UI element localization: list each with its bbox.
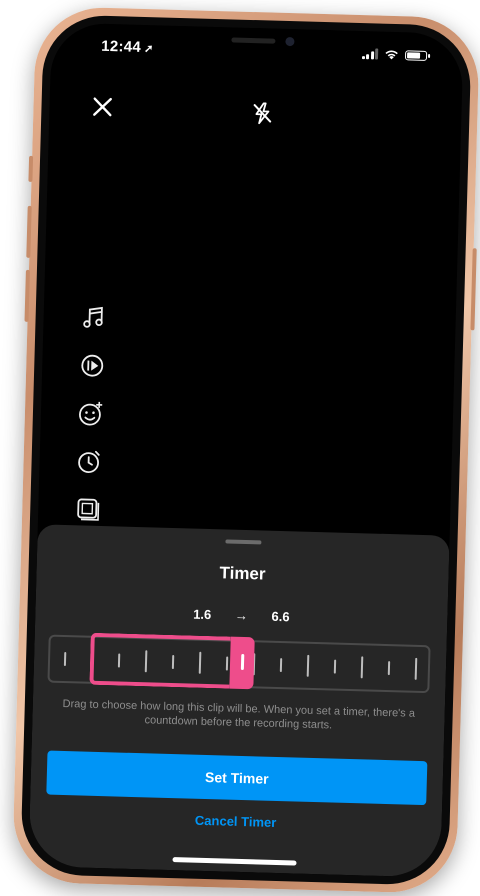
sheet-grabber[interactable]: [225, 539, 262, 545]
timer-icon[interactable]: [75, 447, 104, 476]
wifi-icon: [385, 50, 398, 60]
layout-icon[interactable]: [74, 495, 103, 524]
sheet-title: Timer: [219, 563, 266, 584]
set-timer-button[interactable]: Set Timer: [46, 750, 428, 806]
scrubber-tick: [63, 652, 67, 667]
music-icon[interactable]: [79, 303, 108, 332]
scrubber-tick: [360, 656, 364, 679]
battery-icon: [404, 49, 428, 61]
scrubber-tick: [306, 654, 310, 677]
range-start: 1.6: [192, 606, 212, 623]
status-time: 12:44 ➚: [101, 38, 154, 56]
scrubber-tick: [333, 659, 337, 674]
timer-range: 1.6 → 6.6: [35, 602, 447, 628]
close-icon[interactable]: [89, 94, 116, 121]
timer-selection: [89, 632, 231, 689]
app-screen: 12:44 ➚ Timer 1.6 → 6.6 Drag to choose h…: [28, 22, 464, 878]
cellular-signal-icon: [361, 48, 379, 60]
timer-drag-handle[interactable]: [229, 636, 255, 690]
cancel-timer-button[interactable]: Cancel Timer: [29, 808, 441, 834]
scrubber-tick: [279, 658, 283, 673]
power-button: [470, 248, 477, 331]
scrubber-tick: [387, 661, 391, 676]
range-arrow: →: [234, 607, 249, 624]
speed-icon[interactable]: [78, 351, 107, 380]
status-time-text: 12:44: [100, 37, 142, 56]
phone-device: 12:44 ➚ Timer 1.6 → 6.6 Drag to choose h…: [11, 5, 480, 895]
timer-sheet: Timer 1.6 → 6.6 Drag to choose how long …: [28, 524, 450, 878]
scrubber-tick: [414, 657, 418, 680]
status-icons: [361, 48, 428, 61]
flash-off-icon[interactable]: [249, 100, 276, 127]
side-toolbar: [74, 303, 108, 524]
range-end: 6.6: [271, 608, 290, 625]
effects-icon[interactable]: [77, 399, 106, 428]
timer-helper-text: Drag to choose how long this clip will b…: [62, 697, 416, 732]
timer-scrubber[interactable]: [47, 632, 431, 694]
silent-switch: [28, 155, 34, 182]
handle-grip: [240, 653, 244, 671]
location-arrow-icon: ➚: [143, 42, 154, 56]
